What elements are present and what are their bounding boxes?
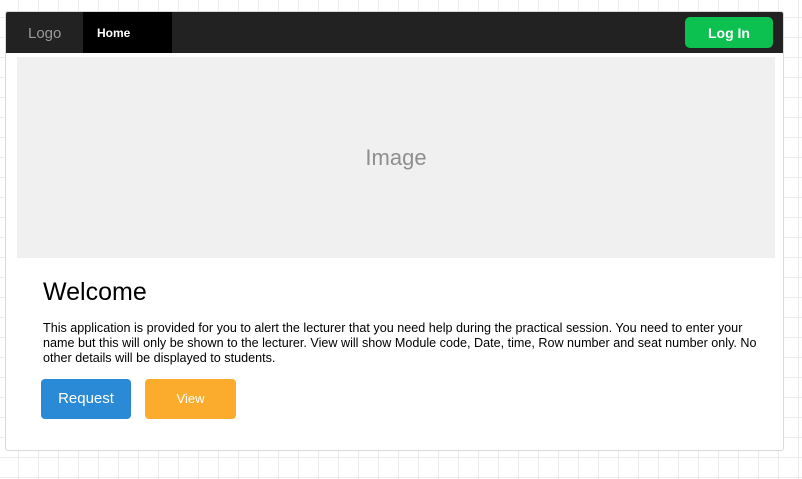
login-button[interactable]: Log In — [685, 17, 773, 48]
request-button[interactable]: Request — [41, 379, 131, 419]
description-text: This application is provided for you to … — [43, 321, 757, 365]
logo[interactable]: Logo — [28, 12, 61, 53]
app-card: Logo Home Log In Image Welcome This appl… — [5, 11, 784, 451]
hero-image-placeholder: Image — [17, 57, 775, 258]
view-button[interactable]: View — [145, 379, 236, 419]
page-title: Welcome — [43, 278, 147, 306]
nav-item-home[interactable]: Home — [83, 12, 172, 53]
navbar: Logo Home Log In — [6, 12, 783, 53]
image-placeholder-label: Image — [365, 144, 427, 170]
